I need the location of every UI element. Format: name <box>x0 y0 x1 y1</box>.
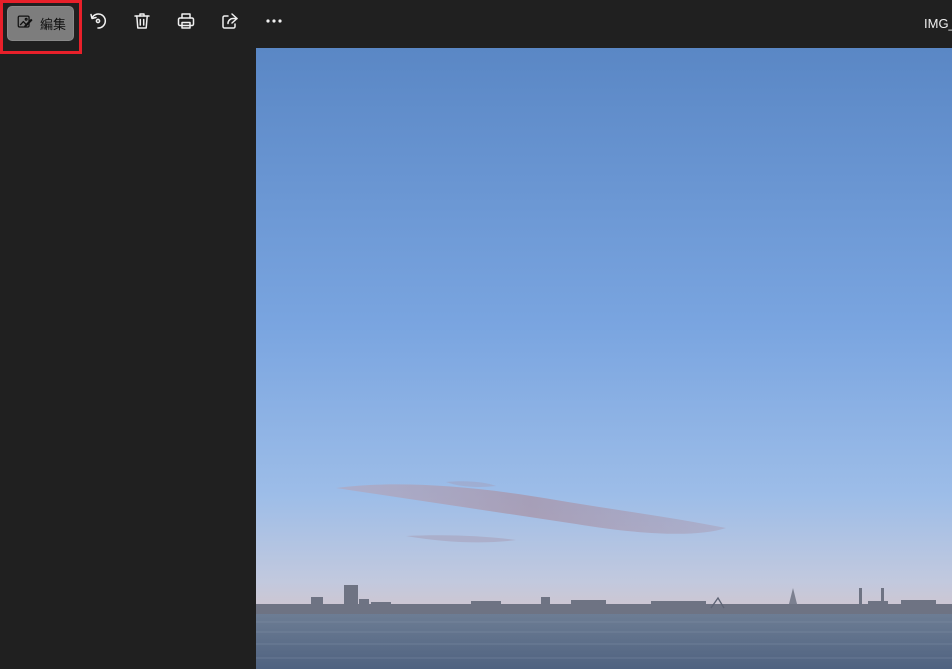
rotate-button[interactable] <box>87 12 109 34</box>
share-icon <box>220 11 240 35</box>
photo-canvas[interactable] <box>256 48 952 669</box>
toolbar: 編集 IMG <box>0 0 952 54</box>
rotate-icon <box>88 11 108 35</box>
edit-button-label: 編集 <box>40 18 67 33</box>
trash-icon <box>132 11 152 35</box>
photos-viewer-window: 編集 IMG <box>0 0 952 669</box>
print-icon <box>176 11 196 35</box>
more-button[interactable] <box>263 12 285 34</box>
more-icon <box>264 11 284 35</box>
share-button[interactable] <box>219 12 241 34</box>
print-button[interactable] <box>175 12 197 34</box>
file-name: IMG_ <box>924 16 952 31</box>
edit-image-icon <box>16 13 34 35</box>
delete-button[interactable] <box>131 12 153 34</box>
edit-button[interactable]: 編集 <box>7 6 74 41</box>
photo-image <box>256 48 952 669</box>
